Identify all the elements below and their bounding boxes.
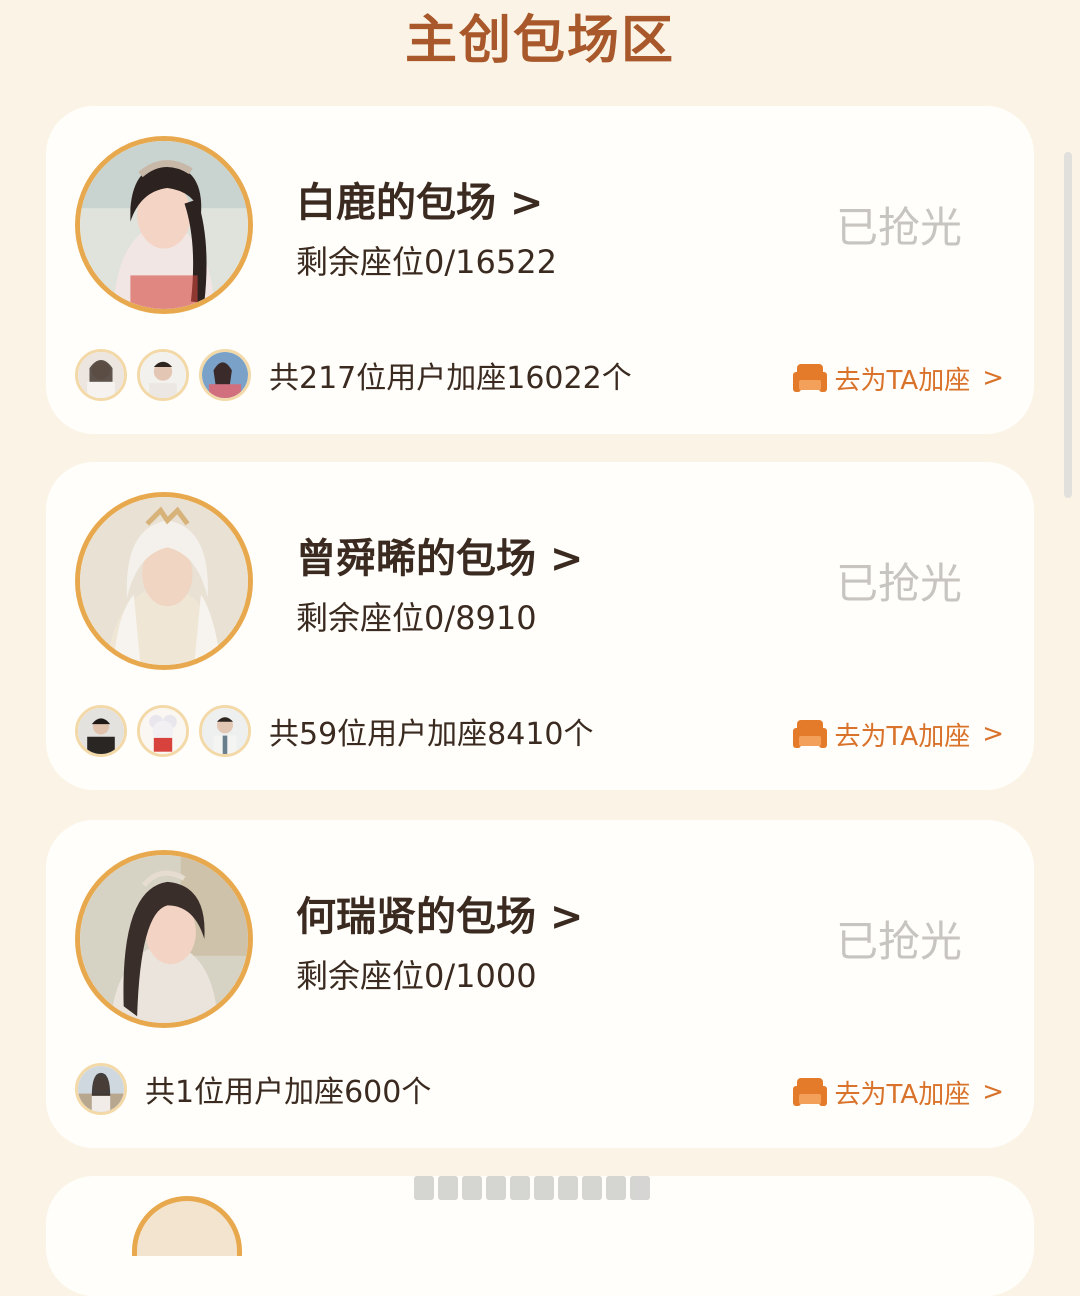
- add-seat-button[interactable]: 去为TA加座 >: [792, 358, 1004, 398]
- remaining-seats: 剩余座位0/8910: [296, 599, 537, 637]
- user-avatar[interactable]: [75, 1063, 127, 1115]
- host-name-link[interactable]: 白鹿的包场 >: [296, 178, 543, 228]
- user-avatar[interactable]: [137, 349, 189, 401]
- screening-card[interactable]: 何瑞贤的包场 > 剩余座位0/1000 已抢光 共1位用户加座600个 去为TA…: [46, 820, 1034, 1148]
- avatar-partial: [132, 1196, 242, 1256]
- supporter-row: 共217位用户加座16022个: [75, 346, 632, 404]
- chevron-right-icon: >: [982, 1077, 1004, 1107]
- add-seat-label: 去为TA加座: [834, 1079, 971, 1110]
- screening-card[interactable]: 曾舜晞的包场 > 剩余座位0/8910 已抢光 共59位用户加座8410个 去为…: [46, 462, 1034, 790]
- add-seat-label: 去为TA加座: [834, 365, 971, 396]
- sold-out-status: 已抢光: [835, 917, 962, 966]
- supporter-row: 共1位用户加座600个: [75, 1060, 431, 1118]
- remaining-seats: 剩余座位0/1000: [296, 957, 537, 995]
- supporter-count: 共217位用户加座16022个: [269, 361, 632, 396]
- add-seat-button[interactable]: 去为TA加座 >: [792, 714, 1004, 754]
- remaining-seats: 剩余座位0/16522: [296, 243, 557, 281]
- actress-portrait-avatar[interactable]: [75, 850, 253, 1028]
- screening-card[interactable]: 白鹿的包场 > 剩余座位0/16522 已抢光 共217位用户加座16022个 …: [46, 106, 1034, 434]
- user-avatar[interactable]: [199, 705, 251, 757]
- supporter-count: 共1位用户加座600个: [145, 1075, 432, 1110]
- actor-portrait-avatar[interactable]: [75, 492, 253, 670]
- add-seat-label: 去为TA加座: [834, 721, 971, 752]
- supporter-count: 共59位用户加座8410个: [269, 717, 594, 752]
- chevron-right-icon: >: [982, 363, 1004, 393]
- watermark: [414, 1176, 664, 1204]
- user-avatar[interactable]: [137, 705, 189, 757]
- actress-portrait-avatar[interactable]: [75, 136, 253, 314]
- host-name-link[interactable]: 曾舜晞的包场 >: [296, 534, 583, 584]
- user-avatar[interactable]: [199, 349, 251, 401]
- sofa-icon: [792, 1078, 827, 1106]
- sofa-icon: [792, 720, 827, 748]
- host-name-link[interactable]: 何瑞贤的包场 >: [296, 892, 583, 942]
- scrollbar[interactable]: [1064, 152, 1072, 498]
- add-seat-button[interactable]: 去为TA加座 >: [792, 1072, 1004, 1112]
- sold-out-status: 已抢光: [835, 559, 962, 608]
- sofa-icon: [792, 364, 827, 392]
- chevron-right-icon: >: [982, 719, 1004, 749]
- user-avatar[interactable]: [75, 349, 127, 401]
- supporter-row: 共59位用户加座8410个: [75, 702, 594, 760]
- user-avatar[interactable]: [75, 705, 127, 757]
- sold-out-status: 已抢光: [835, 203, 962, 252]
- section-title: 主创包场区: [404, 11, 675, 71]
